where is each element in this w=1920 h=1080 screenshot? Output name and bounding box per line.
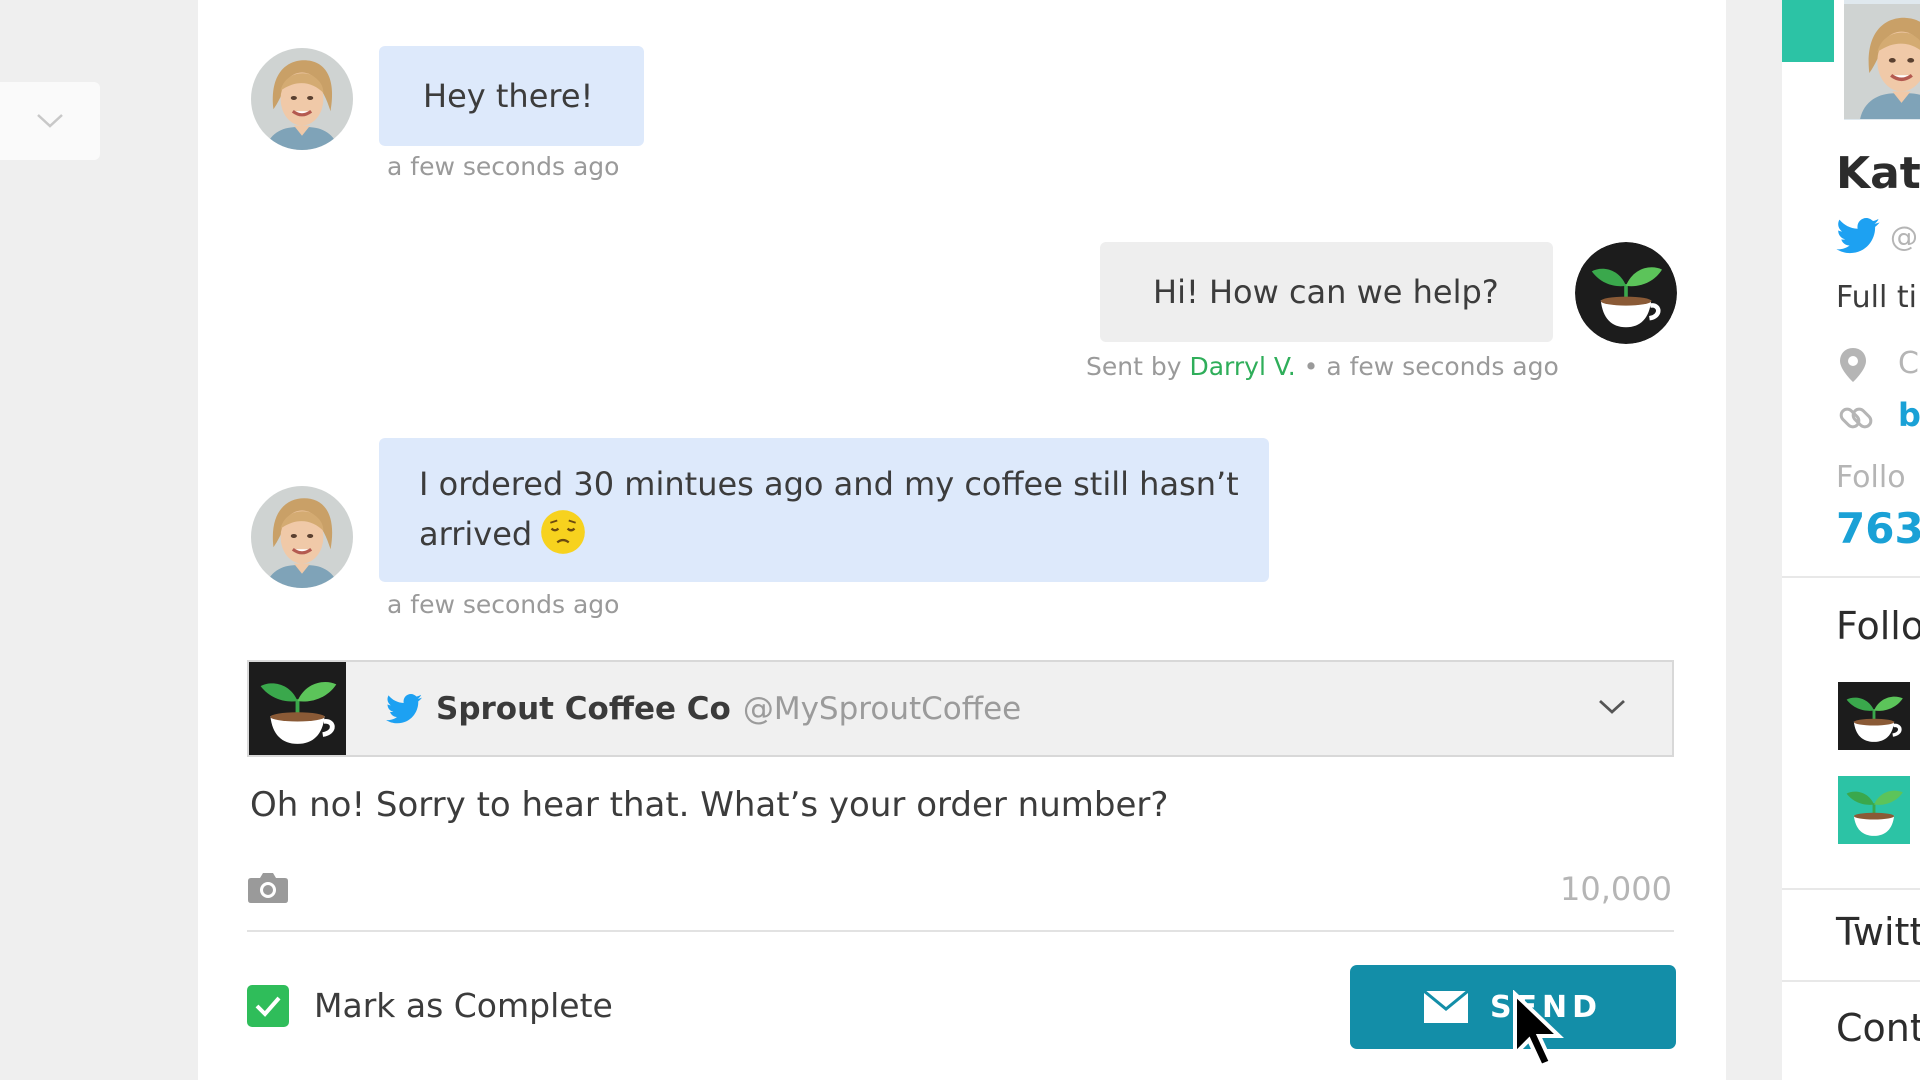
customer-handle[interactable]: @ [1890,220,1918,253]
followed-by-heading: Follo [1836,604,1920,648]
contact-section-heading[interactable]: Cont [1836,1006,1920,1050]
incoming-message-bubble: Hey there! [379,46,644,146]
left-panel-dropdown[interactable] [0,82,100,160]
meta-separator: • [1303,352,1319,381]
agent-name-link[interactable]: Darryl V. [1189,352,1295,381]
profile-handle: @MySproutCoffee [742,690,1022,727]
twitter-icon [386,694,422,724]
location-pin-icon [1840,348,1866,382]
profile-name: Sprout Coffee Co [436,690,731,727]
disappointed-face-emoji-icon [541,510,586,554]
mouse-cursor-icon [1513,990,1564,1069]
message-text: Hey there! [423,77,594,115]
twitter-icon [1836,218,1880,254]
message-timestamp: a few seconds ago [1326,352,1559,381]
section-divider [1782,980,1920,982]
message-text: Hi! How can we help? [1153,273,1499,311]
conversation-panel: Hey there! a few seconds ago Hi! How can… [198,0,1726,1080]
mark-complete-label[interactable]: Mark as Complete [314,985,613,1027]
message-text-line-2: arrived [419,515,533,553]
incoming-message-bubble: I ordered 30 mintues ago and my coffee s… [379,438,1269,582]
link-icon [1839,407,1873,429]
reply-text-input[interactable]: Oh no! Sorry to hear that. What’s your o… [250,785,1168,825]
mark-complete-checkbox[interactable] [247,985,289,1027]
customer-avatar[interactable] [251,48,353,150]
chevron-down-icon[interactable] [1598,698,1626,716]
customer-bio: Full ti [1836,280,1917,315]
followers-label: Follo [1836,460,1906,495]
customer-website-link[interactable]: b [1898,396,1920,434]
message-text-line-1: I ordered 30 mintues ago and my coffee s… [419,465,1239,503]
checkmark-icon [255,996,281,1017]
profile-accent-tab[interactable] [1782,0,1834,62]
customer-name: Kati [1836,148,1920,199]
message-meta: Sent by Darryl V. • a few seconds ago [1086,352,1559,381]
section-divider [1782,576,1920,578]
chevron-down-icon [37,114,63,128]
outgoing-message-bubble: Hi! How can we help? [1100,242,1553,342]
sprout-teal-thumbnail[interactable] [1838,776,1910,844]
sprout-coffee-logo [249,662,346,755]
envelope-icon [1423,991,1468,1023]
followers-count: 763 [1836,504,1920,553]
section-divider [1782,888,1920,890]
character-count: 10,000 [1560,870,1672,908]
profile-selector[interactable]: Sprout Coffee Co @MySproutCoffee [247,660,1674,757]
sprout-coffee-thumbnail[interactable] [1838,682,1910,750]
twitter-section-heading[interactable]: Twitt [1836,910,1920,954]
camera-icon[interactable] [247,870,289,904]
customer-profile-panel: Kati @ Full ti C b Follo 763 Follo Twitt… [1782,0,1920,1080]
brand-avatar [1575,242,1677,344]
message-timestamp: a few seconds ago [387,590,620,619]
compose-divider [247,930,1674,932]
sent-by-prefix: Sent by [1086,352,1182,381]
customer-profile-photo [1844,0,1920,120]
customer-location: C [1898,346,1919,381]
message-timestamp: a few seconds ago [387,152,620,181]
customer-avatar[interactable] [251,486,353,588]
